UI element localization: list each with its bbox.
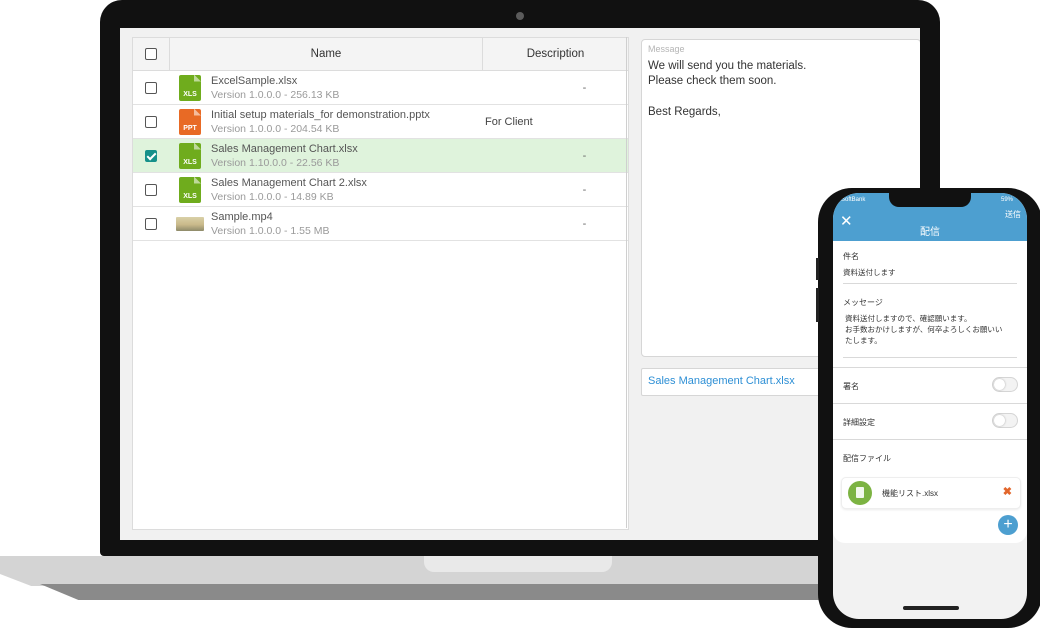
table-row-selected[interactable]: XLS Sales Management Chart.xlsx Version 1… — [133, 139, 628, 173]
file-version-size: Version 1.10.0.0 - 22.56 KB — [211, 156, 340, 169]
file-description: - — [582, 183, 587, 196]
message-line: Please check them soon. — [648, 75, 777, 87]
xls-file-icon: XLS — [179, 74, 201, 101]
file-version-size: Version 1.0.0.0 - 14.89 KB — [211, 190, 334, 203]
phone-screen: SoftBank 59% 送信 ✕ 配信 件名 資料送付します メッセージ 資料… — [833, 193, 1027, 619]
message-line: 資料送付しますので、確認願います。 — [845, 314, 972, 323]
delivery-files-label: 配信ファイル — [843, 454, 891, 463]
file-description: For Client — [485, 115, 533, 128]
message-line: お手数おかけしますが、何卒よろしくお願いい — [845, 325, 1003, 334]
status-battery: 59% — [1000, 197, 1013, 203]
signature-label: 署名 — [843, 382, 859, 391]
row-checkbox-checked[interactable] — [145, 149, 157, 162]
select-all-checkbox[interactable] — [145, 48, 157, 60]
file-name: Sales Management Chart 2.xlsx — [211, 176, 367, 189]
webcam-dot — [516, 12, 524, 20]
table-row[interactable]: XLS ExcelSample.xlsx Version 1.0.0.0 - 25… — [133, 71, 628, 105]
message-label: メッセージ — [843, 298, 883, 307]
subject-label: 件名 — [843, 252, 859, 261]
row-checkbox[interactable] — [145, 183, 157, 196]
section-divider — [833, 403, 1027, 404]
table-row[interactable]: PPT Initial setup materials_for demonstr… — [133, 105, 628, 139]
file-description: - — [582, 81, 587, 94]
file-table: Name Description XLS ExcelSample.xlsx Ver… — [132, 37, 629, 530]
advanced-settings-toggle[interactable] — [992, 413, 1018, 428]
send-button[interactable]: 送信 — [1005, 209, 1021, 220]
add-file-button[interactable]: + — [998, 515, 1018, 535]
file-name: Sales Management Chart.xlsx — [211, 142, 358, 155]
file-version-size: Version 1.0.0.0 - 204.54 KB — [211, 122, 340, 135]
subject-field[interactable]: 資料送付します — [843, 267, 1017, 284]
signature-toggle[interactable] — [992, 377, 1018, 392]
video-thumbnail-icon — [176, 216, 204, 231]
laptop-opening-notch — [424, 556, 612, 572]
phone-volume-button — [816, 288, 819, 322]
row-checkbox[interactable] — [145, 115, 157, 128]
row-checkbox[interactable] — [145, 217, 157, 230]
message-line: We will send you the materials. — [648, 60, 807, 72]
table-row[interactable]: Sample.mp4 Version 1.0.0.0 - 1.55 MB - — [133, 207, 628, 241]
table-row[interactable]: XLS Sales Management Chart 2.xlsx Version… — [133, 173, 628, 207]
file-version-size: Version 1.0.0.0 - 256.13 KB — [211, 88, 340, 101]
xls-file-icon: XLS — [179, 142, 201, 169]
column-header-name[interactable]: Name — [170, 38, 483, 70]
advanced-settings-label: 詳細設定 — [843, 418, 875, 427]
message-placeholder-label: Message — [648, 44, 685, 54]
section-divider — [833, 439, 1027, 440]
phone-volume-button — [816, 258, 819, 280]
message-line: たします。 — [845, 336, 882, 345]
file-version-size: Version 1.0.0.0 - 1.55 MB — [211, 224, 330, 237]
ppt-file-icon: PPT — [179, 108, 201, 135]
phone-form: 件名 資料送付します メッセージ 資料送付しますので、確認願います。 お手数おか… — [833, 241, 1027, 543]
file-description: - — [582, 217, 587, 230]
status-carrier: SoftBank — [841, 197, 866, 203]
delivery-file-item[interactable]: 機能リスト.xlsx ✖ — [841, 477, 1021, 509]
file-name: ExcelSample.xlsx — [211, 74, 298, 87]
file-description: - — [582, 149, 587, 162]
section-divider — [833, 367, 1027, 368]
message-field[interactable]: 資料送付しますので、確認願います。 お手数おかけしますが、何卒よろしくお願いい … — [843, 313, 1017, 358]
row-checkbox[interactable] — [145, 81, 157, 94]
column-header-description[interactable]: Description — [483, 38, 628, 70]
phone-frame: SoftBank 59% 送信 ✕ 配信 件名 資料送付します メッセージ 資料… — [816, 188, 1040, 628]
file-name: Sample.mp4 — [211, 210, 273, 223]
attached-file-link[interactable]: Sales Management Chart.xlsx — [648, 375, 795, 387]
spreadsheet-icon — [848, 481, 872, 505]
panel-divider[interactable] — [626, 37, 627, 528]
laptop-screen: Name Description XLS ExcelSample.xlsx Ver… — [120, 28, 920, 540]
page-title: 配信 — [920, 227, 940, 238]
phone-notch — [889, 193, 971, 207]
message-line: Best Regards, — [648, 106, 721, 118]
xls-file-icon: XLS — [179, 176, 201, 203]
file-name: Initial setup materials_for demonstratio… — [211, 108, 430, 121]
table-header: Name Description — [133, 38, 628, 71]
home-indicator — [903, 606, 959, 610]
remove-file-icon[interactable]: ✖ — [1003, 485, 1012, 498]
delivery-file-name: 機能リスト.xlsx — [882, 489, 938, 498]
